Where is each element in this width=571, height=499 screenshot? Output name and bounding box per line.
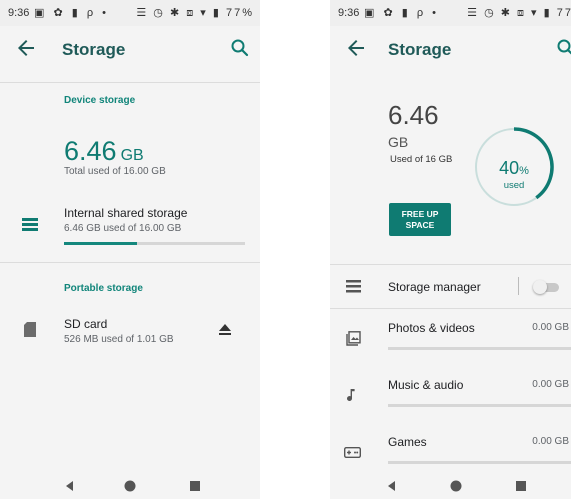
search-icon[interactable] (228, 36, 252, 60)
category-size: 0.00 GB (532, 379, 569, 390)
system-icons: ☰ ◷ ✱ ⧈ ▾ ▮ 77% (136, 6, 254, 20)
battery-percent: 77 (556, 7, 571, 19)
sd-card-icon (24, 322, 36, 337)
status-time: 9:36 (338, 7, 360, 19)
category-title: Music & audio (388, 378, 464, 392)
storage-manager-icon (346, 280, 361, 293)
status-bar: 9:36 ▣ ✿ ▮ ρ • ☰ ◷ ✱ ⧈ ▾ ▮ 77% (0, 0, 260, 26)
nav-back-icon[interactable] (62, 478, 78, 494)
storage-manager-toggle[interactable] (533, 280, 559, 294)
nav-home-icon[interactable] (448, 478, 464, 494)
category-progress (388, 461, 571, 464)
battery-percent: 77% (225, 7, 254, 19)
internal-storage-title: Internal shared storage (64, 206, 188, 220)
nav-recents-icon[interactable] (513, 478, 529, 494)
used-value-number: 6.46 (388, 100, 439, 130)
section-divider (0, 262, 260, 263)
nav-recents-icon[interactable] (187, 478, 203, 494)
back-arrow-icon[interactable] (14, 36, 38, 60)
free-up-label-line1: FREE UP (401, 208, 439, 219)
status-bar: 9:36 ▣ ✿ ▮ ρ • ☰ ◷ ✱ ⧈ ▾ ▮ 77 (330, 0, 571, 26)
system-status-icons: ☰ ◷ ✱ ⧈ ▾ ▮ (136, 7, 221, 19)
free-up-label-line2: SPACE (405, 219, 435, 230)
toggle-separator (518, 277, 519, 295)
back-arrow-icon[interactable] (344, 36, 368, 60)
category-size: 0.00 GB (532, 436, 569, 447)
status-time: 9:36 (8, 7, 30, 19)
internal-storage-progress-fill (64, 242, 138, 245)
nav-back-icon[interactable] (384, 478, 400, 494)
page-title: Storage (388, 40, 452, 59)
free-up-space-button[interactable]: FREE UP SPACE (389, 203, 451, 236)
storage-list-icon (22, 218, 38, 232)
system-icons: ☰ ◷ ✱ ⧈ ▾ ▮ 77 (467, 6, 571, 20)
sd-card-subtitle: 526 MB used of 1.01 GB (64, 334, 174, 345)
storage-manager-row[interactable]: Storage manager (330, 265, 571, 309)
used-storage-value: 6.46 GB (64, 136, 144, 167)
header-divider (0, 82, 260, 83)
navigation-bar (330, 473, 571, 499)
gauge-used-label: used (503, 180, 525, 191)
storage-manager-label: Storage manager (388, 280, 481, 294)
notification-icons: ▣ ✿ ▮ ρ • (34, 7, 109, 19)
category-progress (388, 347, 571, 350)
storage-screen-right: 9:36 ▣ ✿ ▮ ρ • ☰ ◷ ✱ ⧈ ▾ ▮ 77 Storage 6.… (330, 0, 571, 499)
photo-icon (346, 331, 361, 346)
sd-card-title: SD card (64, 317, 108, 331)
gamepad-icon (344, 447, 361, 458)
internal-storage-subtitle: 6.46 GB used of 16.00 GB (64, 223, 182, 234)
nav-home-icon[interactable] (122, 478, 138, 494)
eject-icon[interactable] (218, 324, 232, 336)
gauge-percent-sign: % (519, 165, 529, 177)
navigation-bar (0, 473, 260, 499)
page-title: Storage (62, 40, 126, 59)
music-note-icon (346, 388, 358, 404)
category-row[interactable]: Photos & videos 0.00 GB (330, 309, 571, 363)
storage-screen-left: 9:36 ▣ ✿ ▮ ρ • ☰ ◷ ✱ ⧈ ▾ ▮ 77% Storage D… (0, 0, 260, 499)
app-bar: Storage (330, 26, 571, 74)
internal-storage-row[interactable]: Internal shared storage 6.46 GB used of … (0, 198, 260, 250)
used-value-unit: GB (388, 134, 409, 150)
category-size: 0.00 GB (532, 322, 569, 333)
category-title: Photos & videos (388, 321, 475, 335)
category-row[interactable]: Games 0.00 GB (330, 423, 571, 473)
search-icon[interactable] (554, 36, 571, 60)
category-row[interactable]: Music & audio 0.00 GB (330, 366, 571, 420)
used-value-unit: GB (120, 147, 144, 164)
used-of-text: Used of 16 GB (390, 154, 453, 165)
category-title: Games (388, 435, 427, 449)
system-status-icons: ☰ ◷ ✱ ⧈ ▾ ▮ (467, 7, 552, 19)
portable-storage-header: Portable storage (64, 283, 143, 294)
app-bar: Storage (0, 26, 260, 74)
used-value-number: 6.46 (64, 136, 117, 166)
notification-icons: ▣ ✿ ▮ ρ • (364, 7, 439, 19)
category-progress (388, 404, 571, 407)
sd-card-row[interactable]: SD card 526 MB used of 1.01 GB (0, 310, 260, 354)
device-storage-header: Device storage (64, 95, 136, 106)
gauge-percent: 40 (499, 158, 520, 178)
gauge-readout: 40% used (480, 158, 548, 191)
total-used-text: Total used of 16.00 GB (64, 166, 166, 177)
internal-storage-progress (64, 242, 245, 245)
